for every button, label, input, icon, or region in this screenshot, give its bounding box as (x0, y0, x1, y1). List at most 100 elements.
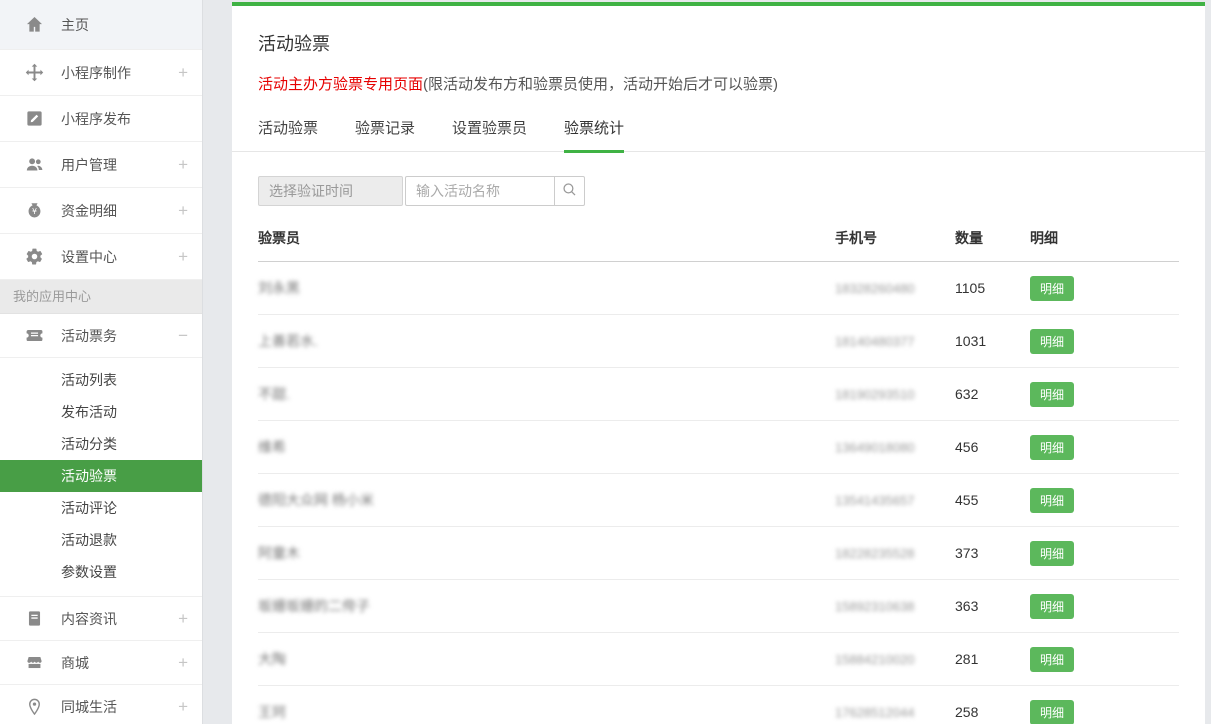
plus-icon[interactable]: + (178, 609, 188, 629)
sidebar-subitem[interactable]: 活动分类 (0, 428, 202, 460)
count-cell: 455 (955, 474, 1030, 527)
main-content: 活动验票 活动主办方验票专用页面(限活动发布方和验票员使用，活动开始后才可以验票… (232, 2, 1205, 724)
sidebar-subitem[interactable]: 活动验票 (0, 460, 202, 492)
count-cell: 373 (955, 527, 1030, 580)
table-row: 不甜.18190293510632明细 (258, 368, 1179, 421)
table-row: 大陶15884210020281明细 (258, 633, 1179, 686)
sidebar-item[interactable]: 内容资讯+ (0, 597, 202, 641)
phone-cell: 15892310638 (835, 580, 955, 633)
checker-name-cell: 维希 (258, 421, 835, 474)
detail-button[interactable]: 明细 (1030, 594, 1074, 619)
sidebar-subitem[interactable]: 发布活动 (0, 396, 202, 428)
phone-number: 13541435657 (835, 493, 915, 508)
table-row: 上善若水. 181404803771031明细 (258, 315, 1179, 368)
tab-3[interactable]: 设置验票员 (452, 117, 527, 153)
table-header-row: 验票员手机号数量明细 (258, 228, 1179, 262)
search-icon (561, 181, 578, 201)
sidebar-item[interactable]: 用户管理 + (0, 142, 202, 188)
detail-button[interactable]: 明细 (1030, 700, 1074, 724)
detail-button[interactable]: 明细 (1030, 647, 1074, 672)
sidebar-item-label: 同城生活 (61, 697, 117, 717)
pin-icon (24, 697, 44, 717)
detail-button[interactable]: 明细 (1030, 541, 1074, 566)
sidebar-item[interactable]: 设置中心+ (0, 234, 202, 280)
checker-name-cell: 不甜. (258, 368, 835, 421)
sidebar-item[interactable]: 小程序发布 (0, 96, 202, 142)
checker-name: 德阳大众网 杨小米 (258, 492, 374, 508)
content-card: 活动验票 活动主办方验票专用页面(限活动发布方和验票员使用，活动开始后才可以验票… (232, 6, 1205, 724)
checker-stats-table: 验票员手机号数量明细 刘永黑183282604801105明细上善若水. 1814… (258, 228, 1179, 724)
sidebar-subitem[interactable]: 活动评论 (0, 492, 202, 524)
checker-name-cell: 德阳大众网 杨小米 (258, 474, 835, 527)
phone-cell: 18328260480 (835, 262, 955, 315)
count-cell: 1031 (955, 315, 1030, 368)
sidebar-item-label: 小程序制作 (61, 63, 131, 83)
count-cell: 258 (955, 686, 1030, 724)
checker-name-cell: 王珂 (258, 686, 835, 724)
sidebar-subitem[interactable]: 参数设置 (0, 556, 202, 588)
checker-name: 大陶 (258, 651, 286, 667)
tab-2[interactable]: 验票记录 (355, 117, 415, 153)
sidebar-item[interactable]: 主页 (0, 0, 202, 50)
phone-number: 15884210020 (835, 652, 915, 667)
count-cell: 456 (955, 421, 1030, 474)
count-cell: 363 (955, 580, 1030, 633)
checker-name: 维希 (258, 439, 286, 455)
detail-cell: 明细 (1030, 368, 1179, 421)
sidebar-section-label: 我的应用中心 (0, 280, 202, 314)
plus-icon[interactable]: + (178, 201, 188, 221)
tab-4[interactable]: 验票统计 (564, 117, 624, 153)
gear-icon (24, 247, 44, 267)
sidebar-submenu: 活动列表发布活动活动分类活动验票活动评论活动退款参数设置 (0, 358, 202, 597)
detail-button[interactable]: 明细 (1030, 329, 1074, 354)
checker-name-cell: 刘永黑 (258, 262, 835, 315)
detail-cell: 明细 (1030, 686, 1179, 724)
phone-cell: 15884210020 (835, 633, 955, 686)
notice: 活动主办方验票专用页面(限活动发布方和验票员使用，活动开始后才可以验票) (258, 73, 1179, 94)
checker-name-cell: 大陶 (258, 633, 835, 686)
sidebar-item[interactable]: 活动票务 − (0, 314, 202, 358)
phone-cell: 18140480377 (835, 315, 955, 368)
table-header-cell: 手机号 (835, 228, 955, 262)
ticket-icon (24, 326, 44, 346)
sidebar-item-label: 活动票务 (61, 326, 117, 346)
detail-cell: 明细 (1030, 421, 1179, 474)
sidebar-item[interactable]: 小程序制作 + (0, 50, 202, 96)
checker-name: 上善若水. (258, 333, 318, 349)
sidebar-item-label: 用户管理 (61, 155, 117, 175)
checker-name: 坂姗坂姗的二侉子 (258, 598, 370, 614)
table-header-cell: 明细 (1030, 228, 1179, 262)
tab-1[interactable]: 活动验票 (258, 117, 318, 153)
table-row: 德阳大众网 杨小米 13541435657 455明细 (258, 474, 1179, 527)
detail-cell: 明细 (1030, 633, 1179, 686)
table-header-cell: 验票员 (258, 228, 835, 262)
document-icon (24, 609, 44, 629)
table-body: 刘永黑183282604801105明细上善若水. 181404803771031… (258, 262, 1179, 724)
notice-red-text: 活动主办方验票专用页面 (258, 76, 423, 93)
verify-time-input[interactable] (258, 176, 403, 206)
plus-icon[interactable]: + (178, 653, 188, 673)
sidebar-item[interactable]: 商城+ (0, 641, 202, 685)
table-row: 刘永黑183282604801105明细 (258, 262, 1179, 315)
search-button[interactable] (554, 176, 585, 206)
sidebar-item[interactable]: ¥资金明细+ (0, 188, 202, 234)
plus-icon[interactable]: + (178, 63, 188, 83)
checker-name-cell: 阿童木 (258, 527, 835, 580)
detail-button[interactable]: 明细 (1030, 488, 1074, 513)
plus-icon[interactable]: + (178, 247, 188, 267)
sidebar-subitem[interactable]: 活动退款 (0, 524, 202, 556)
detail-button[interactable]: 明细 (1030, 382, 1074, 407)
sidebar-item[interactable]: 同城生活 + (0, 685, 202, 724)
plus-icon[interactable]: + (178, 697, 188, 717)
detail-button[interactable]: 明细 (1030, 276, 1074, 301)
detail-button[interactable]: 明细 (1030, 435, 1074, 460)
detail-cell: 明细 (1030, 580, 1179, 633)
plus-icon[interactable]: + (178, 155, 188, 175)
tab-bar: 活动验票 验票记录 设置验票员 验票统计 (258, 117, 1179, 153)
minus-icon[interactable]: − (178, 326, 188, 346)
checker-name: 阿童木 (258, 545, 300, 561)
activity-name-input[interactable] (405, 176, 555, 206)
users-icon (24, 155, 44, 175)
store-icon (24, 653, 44, 673)
sidebar-subitem[interactable]: 活动列表 (0, 364, 202, 396)
